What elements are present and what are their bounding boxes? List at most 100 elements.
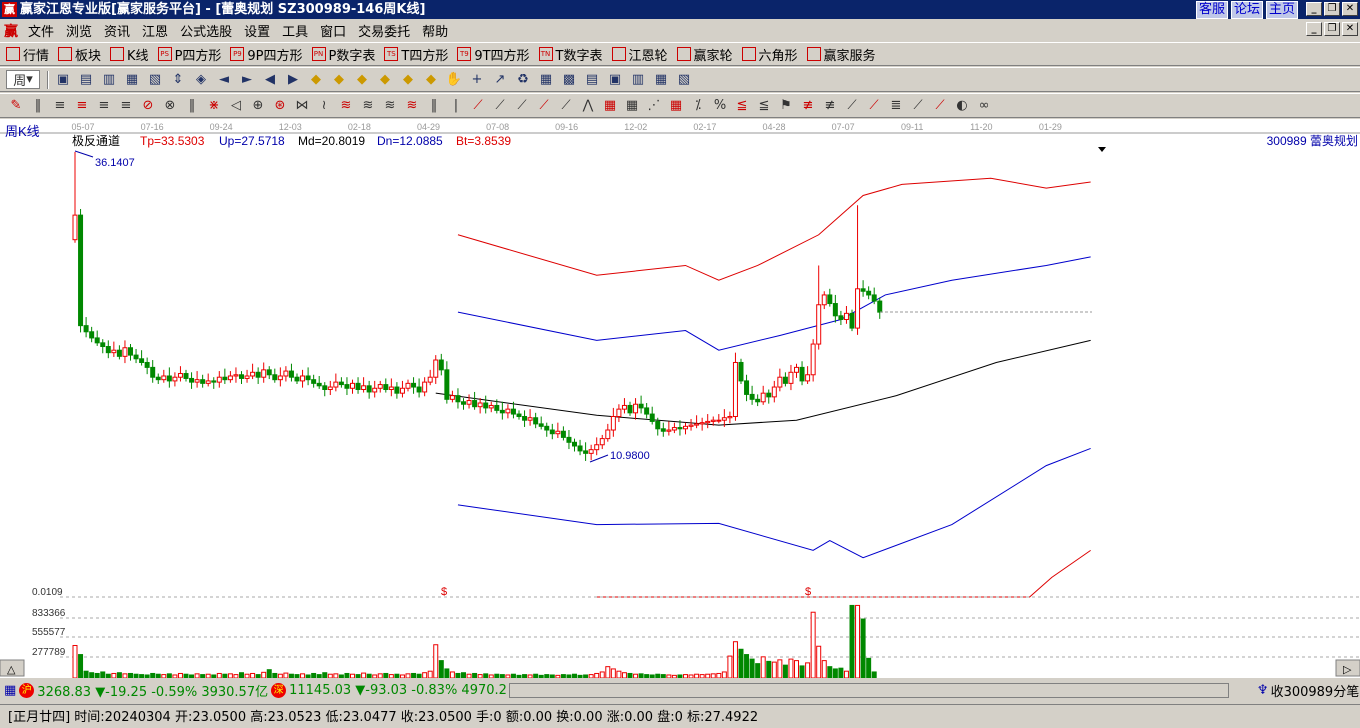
ticks-icon[interactable]: ▧ (145, 70, 165, 89)
draw-tool-15-icon[interactable]: ≋ (336, 96, 356, 115)
cursor-icon[interactable]: ▤ (76, 70, 96, 89)
toolbar-P9-button[interactable]: P9 9P四方形 (230, 45, 303, 64)
draw-tool-39-icon[interactable]: ⟋ (864, 96, 884, 115)
draw-tool-8-icon[interactable]: ‖ (182, 96, 202, 115)
draw-tool-13-icon[interactable]: ⋈ (292, 96, 312, 115)
toolbar-hexagon-button[interactable]: 六角形 (741, 45, 798, 64)
draw-tool-32-icon[interactable]: % (710, 96, 730, 115)
menu-settings[interactable]: 设置 (238, 21, 276, 40)
crosshair-icon[interactable]: + (467, 70, 487, 89)
draw-tool-20-icon[interactable]: | (446, 96, 466, 115)
draw-tool-27-icon[interactable]: ▦ (600, 96, 620, 115)
menu-browse[interactable]: 浏览 (60, 21, 98, 40)
chart-area[interactable]: 周K线 05-07 07-16 09-24 12-03 02-18 04-29 07-08 0… (0, 119, 1360, 679)
draw-tool-24-icon[interactable]: ⟋ (534, 96, 554, 115)
toolbar-PS-button[interactable]: PS P四方形 (157, 45, 221, 64)
menu-help[interactable]: 帮助 (416, 21, 454, 40)
toolbar-candles-button[interactable]: K线 (110, 45, 149, 64)
toolbar-big-button[interactable]: 赢家轮 (676, 45, 733, 64)
toolbar-wheel-button[interactable]: 江恩轮 (611, 45, 668, 64)
marker-4-icon[interactable]: ◆ (375, 70, 395, 89)
marker-3-icon[interactable]: ◆ (352, 70, 372, 89)
draw-tool-1-icon[interactable]: ‖ (28, 96, 48, 115)
draw-tool-44-icon[interactable]: ∞ (974, 96, 994, 115)
export-icon[interactable]: ▦ (651, 70, 671, 89)
draw-tool-33-icon[interactable]: ≦ (732, 96, 752, 115)
calc-icon[interactable]: ▦ (536, 70, 556, 89)
marker-6-icon[interactable]: ◆ (421, 70, 441, 89)
draw-tool-34-icon[interactable]: ≦ (754, 96, 774, 115)
draw-tool-19-icon[interactable]: ‖ (424, 96, 444, 115)
draw-tool-23-icon[interactable]: ⟋ (512, 96, 532, 115)
dropdown-arrow-icon[interactable] (1098, 147, 1106, 152)
draw-tool-9-icon[interactable]: ⋇ (204, 96, 224, 115)
restore-button[interactable]: ❐ (1324, 2, 1340, 16)
draw-tool-6-icon[interactable]: ⊘ (138, 96, 158, 115)
draw-tool-2-icon[interactable]: ≡ (50, 96, 70, 115)
draw-tool-42-icon[interactable]: ⟋ (930, 96, 950, 115)
menu-trade[interactable]: 交易委托 (352, 21, 416, 40)
draw-tool-7-icon[interactable]: ⊗ (160, 96, 180, 115)
gann-icon[interactable]: ◈ (191, 70, 211, 89)
toolbar-TS-button[interactable]: TS T四方形 (384, 45, 448, 64)
horizontal-scrollbar[interactable] (508, 683, 1229, 698)
toolbar-blocks-button[interactable]: 板块 (58, 45, 101, 64)
marker-5-icon[interactable]: ◆ (398, 70, 418, 89)
close-button[interactable]: ✕ (1342, 2, 1358, 16)
draw-tool-41-icon[interactable]: ⟋ (908, 96, 928, 115)
draw-tool-12-icon[interactable]: ⊛ (270, 96, 290, 115)
marker-2-icon[interactable]: ◆ (329, 70, 349, 89)
link-customer-service[interactable]: 客服 (1195, 1, 1228, 19)
draw-tool-22-icon[interactable]: ⟋ (490, 96, 510, 115)
draw-tool-5-icon[interactable]: ≡ (116, 96, 136, 115)
calendar-icon[interactable]: ▦ (4, 683, 16, 698)
marker-1-icon[interactable]: ◆ (306, 70, 326, 89)
link-forum[interactable]: 论坛 (1230, 1, 1263, 19)
draw-tool-0-icon[interactable]: ✎ (6, 96, 26, 115)
bars-icon[interactable]: ▦ (122, 70, 142, 89)
draw-tool-36-icon[interactable]: ≢ (798, 96, 818, 115)
refresh-icon[interactable]: ♻ (513, 70, 533, 89)
first-icon[interactable]: ◄ (214, 70, 234, 89)
draw-tool-38-icon[interactable]: ⟋ (842, 96, 862, 115)
draw-tool-37-icon[interactable]: ≢ (820, 96, 840, 115)
next-icon[interactable]: ▶ (283, 70, 303, 89)
draw-tool-40-icon[interactable]: ≣ (886, 96, 906, 115)
draw-tool-17-icon[interactable]: ≋ (380, 96, 400, 115)
calendar-icon[interactable]: ▩ (559, 70, 579, 89)
grid-icon[interactable]: ▤ (582, 70, 602, 89)
toolbar-TN-button[interactable]: TN T数字表 (538, 45, 603, 64)
draw-tool-43-icon[interactable]: ◐ (952, 96, 972, 115)
period-select[interactable]: 周 ▾ (6, 70, 40, 89)
last-icon[interactable]: ► (237, 70, 257, 89)
draw-tool-35-icon[interactable]: ⚑ (776, 96, 796, 115)
minimize-button[interactable]: _ (1306, 2, 1322, 16)
prev-icon[interactable]: ◀ (260, 70, 280, 89)
hand-icon[interactable]: ✋ (444, 70, 464, 89)
child-minimize-button[interactable]: _ (1306, 22, 1322, 36)
truck-icon[interactable]: ▧ (674, 70, 694, 89)
draw-tool-21-icon[interactable]: ⟋ (468, 96, 488, 115)
kline-chart[interactable]: 周K线 05-07 07-16 09-24 12-03 02-18 04-29 07-08 0… (0, 119, 1360, 679)
arrow-icon[interactable]: ↗ (490, 70, 510, 89)
menu-window[interactable]: 窗口 (314, 21, 352, 40)
toolbar-grid-button[interactable]: 行情 (6, 45, 49, 64)
draw-tool-3-icon[interactable]: ≡ (72, 96, 92, 115)
draw-tool-14-icon[interactable]: ≀ (314, 96, 334, 115)
menu-gann[interactable]: 江恩 (136, 21, 174, 40)
menu-tools[interactable]: 工具 (276, 21, 314, 40)
draw-tool-28-icon[interactable]: ▦ (622, 96, 642, 115)
tick-data-label[interactable]: 收300989分笔 (1271, 681, 1360, 700)
draw-tool-10-icon[interactable]: ◁ (226, 96, 246, 115)
draw-tool-4-icon[interactable]: ≡ (94, 96, 114, 115)
toolbar-PN-button[interactable]: PN P数字表 (311, 45, 375, 64)
draw-tool-18-icon[interactable]: ≋ (402, 96, 422, 115)
pointer-icon[interactable]: ⇕ (168, 70, 188, 89)
zoom-in-icon[interactable]: ▣ (53, 70, 73, 89)
draw-tool-31-icon[interactable]: ⁒ (688, 96, 708, 115)
print-icon[interactable]: ▥ (628, 70, 648, 89)
draw-tool-30-icon[interactable]: ▦ (666, 96, 686, 115)
child-close-button[interactable]: ✕ (1342, 22, 1358, 36)
link-home[interactable]: 主页 (1265, 1, 1298, 19)
draw-tool-16-icon[interactable]: ≋ (358, 96, 378, 115)
